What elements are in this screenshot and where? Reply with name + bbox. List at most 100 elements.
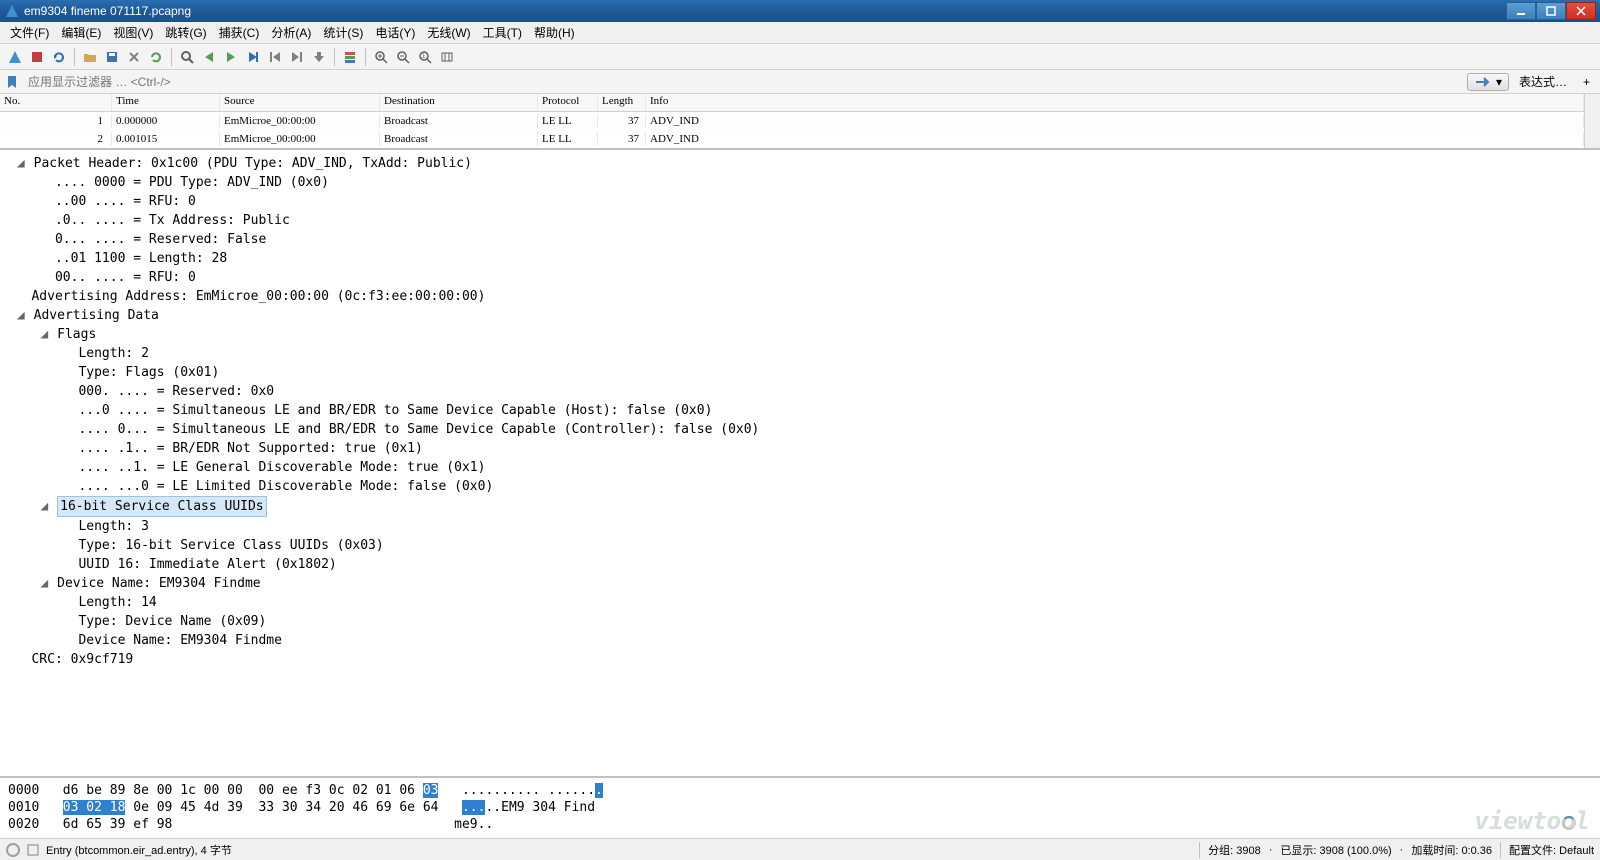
tree-item[interactable]: 00.. .... = RFU: 0 [55, 270, 196, 285]
goto-packet-button[interactable] [242, 46, 264, 68]
table-row[interactable]: 10.000000EmMicroe_00:00:00BroadcastLE LL… [0, 112, 1584, 130]
save-button[interactable] [101, 46, 123, 68]
menubar: 文件(F) 编辑(E) 视图(V) 跳转(G) 捕获(C) 分析(A) 统计(S… [0, 22, 1600, 44]
menu-wireless[interactable]: 无线(W) [421, 22, 476, 43]
colorize-button[interactable] [339, 46, 361, 68]
col-header-length[interactable]: Length [598, 94, 646, 111]
status-profile[interactable]: 配置文件: Default [1500, 842, 1594, 858]
next-button[interactable] [220, 46, 242, 68]
menu-telephony[interactable]: 电话(Y) [369, 22, 421, 43]
last-button[interactable] [286, 46, 308, 68]
hex-bytes-selected[interactable]: 03 02 18 [63, 800, 126, 815]
maximize-button[interactable] [1536, 2, 1566, 20]
tree-adv-data[interactable]: Advertising Data [34, 308, 159, 323]
tree-item[interactable]: Type: Flags (0x01) [78, 365, 219, 380]
col-header-info[interactable]: Info [646, 94, 1584, 111]
tree-item[interactable]: .... 0000 = PDU Type: ADV_IND (0x0) [55, 175, 329, 190]
menu-analyze[interactable]: 分析(A) [265, 22, 317, 43]
tree-item[interactable]: ...0 .... = Simultaneous LE and BR/EDR t… [78, 403, 712, 418]
col-header-source[interactable]: Source [220, 94, 380, 111]
col-header-dest[interactable]: Destination [380, 94, 538, 111]
hex-ascii[interactable]: me9.. [454, 817, 493, 832]
tree-item[interactable]: .... ..1. = LE General Discoverable Mode… [78, 460, 485, 475]
tree-device-name[interactable]: Device Name: EM9304 Findme [57, 576, 261, 591]
hex-ascii[interactable]: .......... ...... [462, 783, 595, 798]
hex-bytes[interactable]: 6d 65 39 ef 98 [63, 817, 173, 832]
hex-bytes[interactable]: d6 be 89 8e 00 1c 00 00 00 ee f3 0c 02 0… [63, 783, 423, 798]
menu-view[interactable]: 视图(V) [107, 22, 159, 43]
hex-bytes-selected[interactable]: 03 [423, 783, 439, 798]
find-button[interactable] [176, 46, 198, 68]
tree-item[interactable]: .... 0... = Simultaneous LE and BR/EDR t… [78, 422, 759, 437]
prev-button[interactable] [198, 46, 220, 68]
hex-ascii[interactable]: ..EM9 304 Find [485, 800, 595, 815]
tree-item[interactable]: Type: 16-bit Service Class UUIDs (0x03) [78, 538, 383, 553]
tree-item[interactable]: Length: 14 [78, 595, 156, 610]
zoom-reset-button[interactable]: 1 [414, 46, 436, 68]
hex-ascii-selected[interactable]: . [595, 783, 603, 798]
menu-stats[interactable]: 统计(S) [317, 22, 369, 43]
packet-list-scrollbar[interactable] [1584, 94, 1600, 148]
display-filter-input[interactable] [24, 73, 1463, 91]
col-header-protocol[interactable]: Protocol [538, 94, 598, 111]
tree-packet-header[interactable]: Packet Header: 0x1c00 (PDU Type: ADV_IND… [34, 156, 472, 171]
tree-toggle[interactable]: ◢ [39, 574, 49, 593]
start-capture-button[interactable] [4, 46, 26, 68]
open-button[interactable] [79, 46, 101, 68]
packet-details[interactable]: ◢ Packet Header: 0x1c00 (PDU Type: ADV_I… [0, 150, 1600, 778]
bookmark-icon[interactable] [4, 74, 20, 90]
titlebar: em9304 fineme 071117.pcapng [0, 0, 1600, 22]
tree-item[interactable]: UUID 16: Immediate Alert (0x1802) [78, 557, 336, 572]
tree-item[interactable]: .... .1.. = BR/EDR Not Supported: true (… [78, 441, 422, 456]
tree-item[interactable]: 0... .... = Reserved: False [55, 232, 266, 247]
menu-help[interactable]: 帮助(H) [528, 22, 581, 43]
menu-file[interactable]: 文件(F) [4, 22, 55, 43]
apply-filter-button[interactable]: ▾ [1467, 73, 1509, 91]
tree-flags[interactable]: Flags [57, 327, 96, 342]
hex-bytes[interactable]: 0e 09 45 4d 39 33 30 34 20 46 69 6e 64 [125, 800, 438, 815]
menu-edit[interactable]: 编辑(E) [55, 22, 107, 43]
tree-toggle[interactable]: ◢ [16, 154, 26, 173]
packet-list[interactable]: No. Time Source Destination Protocol Len… [0, 94, 1600, 150]
tree-toggle[interactable]: ◢ [39, 325, 49, 344]
first-button[interactable] [264, 46, 286, 68]
zoom-out-button[interactable] [392, 46, 414, 68]
stop-capture-button[interactable] [26, 46, 48, 68]
tree-item[interactable]: Device Name: EM9304 Findme [78, 633, 282, 648]
close-button[interactable] [1566, 2, 1596, 20]
tree-item[interactable]: Advertising Address: EmMicroe_00:00:00 (… [31, 289, 485, 304]
zoom-in-button[interactable] [370, 46, 392, 68]
tree-toggle[interactable]: ◢ [39, 497, 49, 516]
menu-capture[interactable]: 捕获(C) [213, 22, 266, 43]
expression-button[interactable]: 表达式… [1513, 73, 1573, 90]
table-row[interactable]: 20.001015EmMicroe_00:00:00BroadcastLE LL… [0, 130, 1584, 148]
capture-file-icon [26, 843, 40, 857]
menu-goto[interactable]: 跳转(G) [159, 22, 212, 43]
tree-item[interactable]: ..01 1100 = Length: 28 [55, 251, 227, 266]
statusbar: Entry (btcommon.eir_ad.entry), 4 字节 分组: … [0, 838, 1600, 860]
expert-info-icon[interactable] [6, 843, 20, 857]
tree-item[interactable]: Length: 3 [78, 519, 148, 534]
tree-item[interactable]: Type: Device Name (0x09) [78, 614, 266, 629]
tree-item[interactable]: ..00 .... = RFU: 0 [55, 194, 196, 209]
menu-tools[interactable]: 工具(T) [477, 22, 528, 43]
tree-item[interactable]: .... ...0 = LE Limited Discoverable Mode… [78, 479, 493, 494]
hex-pane[interactable]: 0000 d6 be 89 8e 00 1c 00 00 00 ee f3 0c… [0, 778, 1600, 838]
close-file-button[interactable] [123, 46, 145, 68]
autoscroll-button[interactable] [308, 46, 330, 68]
tree-item[interactable]: .0.. .... = Tx Address: Public [55, 213, 290, 228]
col-header-no[interactable]: No. [0, 94, 112, 111]
restart-capture-button[interactable] [48, 46, 70, 68]
col-header-time[interactable]: Time [112, 94, 220, 111]
tree-toggle[interactable]: ◢ [16, 306, 26, 325]
hex-offset: 0010 [8, 800, 39, 815]
tree-item[interactable]: 000. .... = Reserved: 0x0 [78, 384, 274, 399]
minimize-button[interactable] [1506, 2, 1536, 20]
tree-item[interactable]: CRC: 0x9cf719 [31, 652, 133, 667]
add-filter-button[interactable]: + [1577, 75, 1596, 89]
hex-ascii-selected[interactable]: ... [462, 800, 485, 815]
resize-columns-button[interactable] [436, 46, 458, 68]
tree-item[interactable]: Length: 2 [78, 346, 148, 361]
tree-svc-uuid-selected[interactable]: 16-bit Service Class UUIDs [57, 496, 267, 517]
reload-button[interactable] [145, 46, 167, 68]
